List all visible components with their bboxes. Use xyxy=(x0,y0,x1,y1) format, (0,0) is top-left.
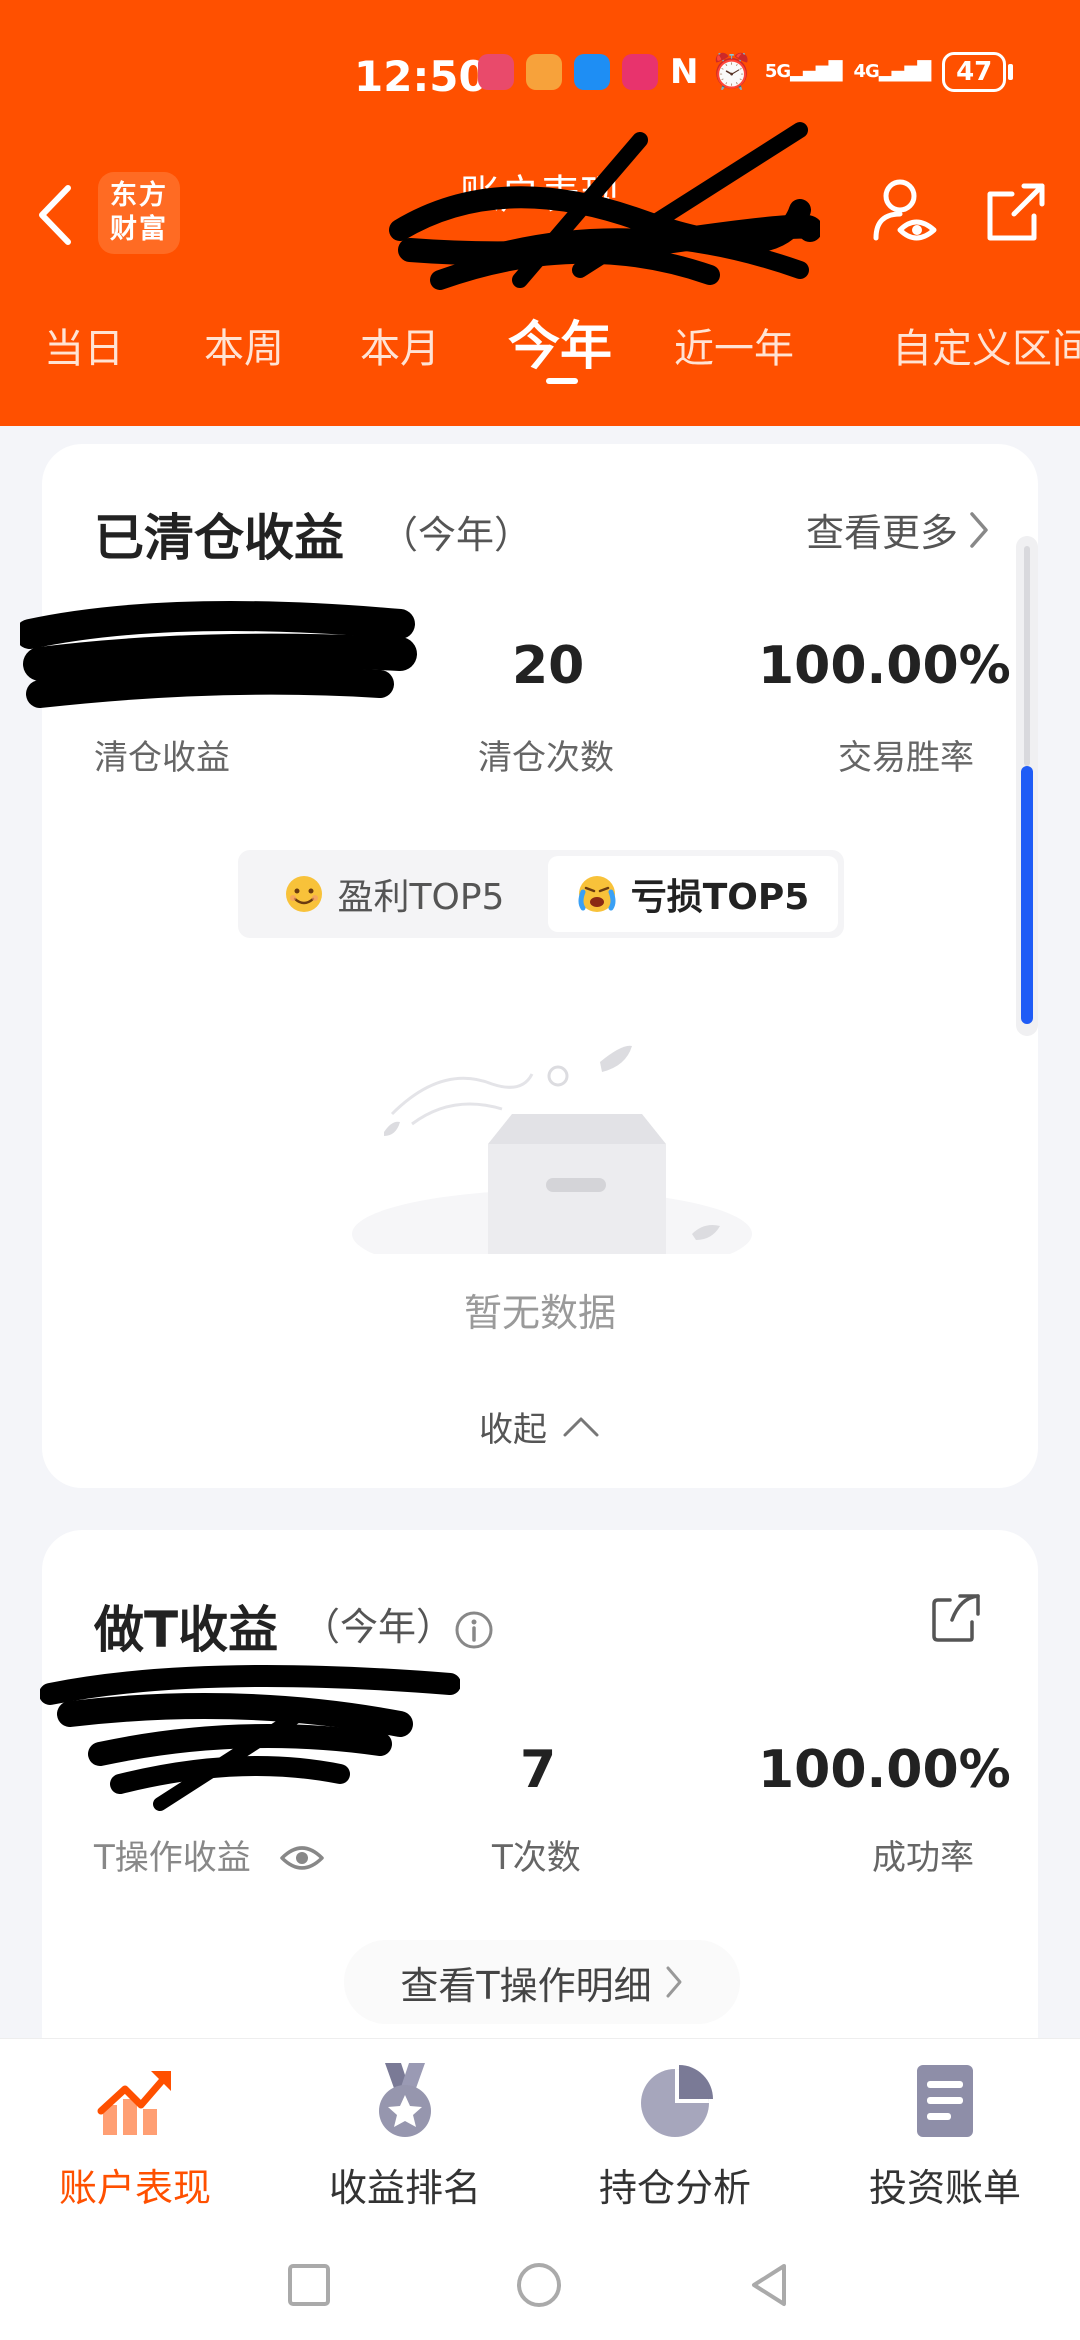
message-icon xyxy=(574,54,610,90)
nav-profit-ranking[interactable]: 收益排名 xyxy=(270,2059,540,2212)
chevron-right-icon xyxy=(970,511,988,548)
collapse-label: 收起 xyxy=(479,1410,547,1450)
share-icon[interactable] xyxy=(984,180,1048,244)
video-app-icon xyxy=(622,54,658,90)
nav-position-analysis[interactable]: 持仓分析 xyxy=(540,2059,810,2212)
t-detail-label: 查看T操作明细 xyxy=(400,1963,652,2008)
tab-week[interactable]: 本周 xyxy=(204,316,284,374)
pie-chart-icon xyxy=(641,2065,713,2137)
trend-chart-icon xyxy=(97,2071,171,2135)
empty-box-icon xyxy=(352,1045,752,1254)
seg-profit-label: 盈利TOP5 xyxy=(337,877,505,918)
see-more-label: 查看更多 xyxy=(805,511,958,555)
medal-icon xyxy=(379,2063,431,2137)
chevron-up-icon xyxy=(563,1417,599,1436)
seg-loss-top5[interactable]: 亏损TOP5 xyxy=(548,856,838,932)
header: 12:50 N ⏰ 5G▂▄▆█ 4G▂▄▆█ 47 东方 财富 账户表现 当日… xyxy=(0,0,1080,426)
tab-last-year[interactable]: 近一年 xyxy=(674,316,794,374)
seg-profit-top5[interactable]: 盈利TOP5 xyxy=(244,856,544,932)
status-icons: N ⏰ 5G▂▄▆█ 4G▂▄▆█ 47 xyxy=(478,52,1014,92)
tab-today[interactable]: 当日 xyxy=(44,316,124,374)
status-time: 12:50 xyxy=(354,52,488,101)
seg-loss-label: 亏损TOP5 xyxy=(630,877,810,918)
app-notification-icon xyxy=(478,54,514,90)
success-rate-value: 100.00% xyxy=(758,1740,1011,1800)
nav-label: 账户表现 xyxy=(58,2166,211,2210)
empty-state-text: 暂无数据 xyxy=(463,1291,616,1335)
info-icon[interactable] xyxy=(454,1610,494,1650)
card-period: （今年） xyxy=(380,513,533,557)
tab-month[interactable]: 本月 xyxy=(360,316,440,374)
top5-segment: 盈利TOP5 亏损TOP5 xyxy=(238,850,844,938)
scroll-rail xyxy=(1024,546,1030,766)
nav-investment-bill[interactable]: 投资账单 xyxy=(810,2059,1080,2212)
recent-apps-icon[interactable] xyxy=(284,2260,334,2310)
card-title: 做T收益 xyxy=(94,1601,279,1659)
collapse-button[interactable]: 收起 xyxy=(42,1402,1038,1451)
home-icon[interactable] xyxy=(514,2260,564,2310)
share-icon[interactable] xyxy=(930,1592,982,1644)
win-rate-label: 交易胜率 xyxy=(838,738,974,778)
period-tabs: 当日 本周 本月 今年 近一年 自定义区间 xyxy=(0,304,1080,404)
t-count-value: 7 xyxy=(520,1740,557,1800)
alarm-icon: ⏰ xyxy=(710,52,753,92)
cleared-profit-label: 清仓收益 xyxy=(94,738,230,778)
system-nav-bar xyxy=(0,2238,1080,2340)
battery-tip xyxy=(1008,64,1014,80)
success-rate-label: 成功率 xyxy=(872,1838,974,1878)
user-eye-icon[interactable] xyxy=(870,176,940,246)
crying-emoji-icon xyxy=(578,876,616,912)
back-triangle-icon[interactable] xyxy=(744,2260,794,2310)
nfc-icon: N xyxy=(670,52,699,92)
nav-label: 收益排名 xyxy=(328,2166,481,2210)
t-profit-label: T操作收益 xyxy=(94,1838,251,1878)
see-more-link[interactable]: 查看更多 xyxy=(806,502,990,557)
nav-label: 投资账单 xyxy=(868,2166,1021,2210)
tab-underline xyxy=(546,378,578,384)
bottom-nav: 账户表现 收益排名 持仓分析 投资账单 xyxy=(0,2038,1080,2238)
signal-5g-icon: 5G▂▄▆█ xyxy=(764,61,843,82)
smile-emoji-icon xyxy=(285,876,322,912)
tab-year[interactable]: 今年 xyxy=(508,304,612,379)
cleared-profit-card: 已清仓收益 （今年） 查看更多 清仓收益 20 清仓次数 100.00% 交易胜… xyxy=(20,444,1038,1488)
cleared-count-value: 20 xyxy=(512,636,585,696)
bill-icon xyxy=(917,2065,973,2137)
tab-custom-range[interactable]: 自定义区间 xyxy=(892,316,1080,374)
app-notification-icon xyxy=(526,54,562,90)
scrollbar[interactable] xyxy=(1016,536,1038,1036)
win-rate-value: 100.00% xyxy=(758,636,1011,696)
card-title: 已清仓收益 xyxy=(94,509,344,567)
redaction-scribble xyxy=(40,1665,460,1811)
scroll-thumb[interactable] xyxy=(1021,766,1033,1024)
signal-4g-icon: 4G▂▄▆█ xyxy=(853,61,932,82)
t-detail-button[interactable]: 查看T操作明细 xyxy=(344,1940,740,2024)
cleared-count-label: 清仓次数 xyxy=(478,738,614,778)
chevron-right-icon xyxy=(666,1966,682,1998)
nav-account-performance[interactable]: 账户表现 xyxy=(0,2059,270,2212)
redaction-scribble xyxy=(20,601,417,708)
eye-icon[interactable] xyxy=(278,1840,326,1876)
card-period: （今年） xyxy=(302,1605,455,1649)
battery-icon: 47 xyxy=(942,52,1007,92)
t-count-label: T次数 xyxy=(492,1838,581,1878)
nav-label: 持仓分析 xyxy=(598,2166,751,2210)
